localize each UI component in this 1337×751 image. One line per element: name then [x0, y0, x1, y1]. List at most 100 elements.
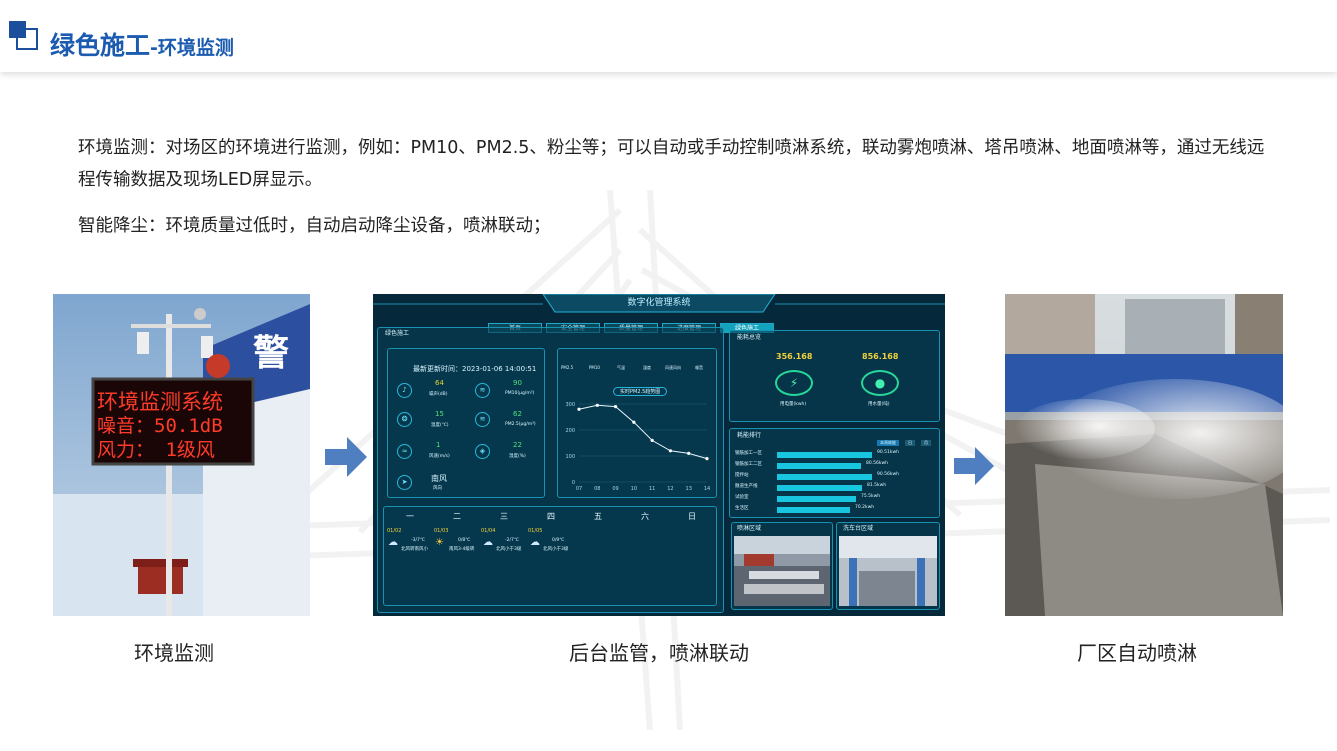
energy-panel-title: 能耗总览 — [737, 334, 762, 341]
metric-wind-label: 风速(m/s) — [429, 454, 450, 459]
rank-button-month[interactable]: 月 — [921, 440, 931, 446]
chart-tab-wind[interactable]: 风速风向 — [665, 365, 681, 371]
carwash-camera-title: 洗车台区域 — [843, 525, 874, 532]
forecast-temp-3: -2/7℃ — [505, 538, 519, 543]
description-env-monitoring: 环境监测：对场区的环境进行监测，例如：PM10、PM2.5、粉尘等；可以自动或手… — [78, 138, 1265, 190]
chart-y-tick-label: 100 — [565, 454, 575, 460]
carwash-camera-feed — [839, 536, 937, 606]
metric-humidity-value: 22 — [513, 441, 522, 449]
humidity-icon: ◈ — [475, 444, 490, 459]
dashboard-title: 数字化管理系统 — [627, 298, 691, 308]
chart-y-tick-label: 0 — [572, 480, 575, 486]
chart-data-point — [613, 405, 618, 409]
energy-electric-value: 356.168 — [776, 352, 813, 361]
energy-water-label: 用水量(吨) — [868, 402, 890, 407]
cloudy-icon: ☁ — [388, 537, 398, 548]
pm25-line-chart: 0 100 200 300 07 08 09 10 11 12 13 14 — [565, 402, 710, 492]
forecast-date-1: 01/02 — [387, 528, 402, 534]
rank-button-day[interactable]: 日 — [905, 440, 915, 446]
chart-data-point — [595, 403, 599, 407]
week-day-sun: 日 — [688, 512, 696, 521]
forecast-date-2: 01/03 — [434, 528, 449, 534]
week-day-thu: 四 — [547, 512, 555, 521]
energy-panel — [729, 330, 940, 422]
wind-direction-label: 风向 — [433, 486, 442, 491]
rank-value-5: 75.5kwh — [861, 494, 881, 499]
cloudy-icon: ☁ — [483, 537, 493, 548]
rank-bar-6 — [777, 507, 850, 513]
noise-icon: ♪ — [397, 383, 412, 398]
caption-env-monitoring: 环境监测 — [134, 641, 214, 665]
rank-bar-4 — [777, 485, 862, 491]
page-title: 绿色施工-环境监测 — [50, 26, 234, 62]
week-day-fri: 五 — [594, 512, 602, 521]
rank-name-6: 生活区 — [735, 506, 749, 511]
rank-name-1: 钢筋加工一区 — [735, 451, 762, 456]
chart-x-tick-label: 08 — [594, 486, 600, 492]
rank-bar-2 — [777, 463, 861, 469]
caption-factory-spray: 厂区自动喷淋 — [1077, 641, 1197, 665]
rank-value-1: 90.51kwh — [877, 450, 900, 455]
chart-tab-pm10[interactable]: PM10 — [589, 365, 600, 370]
wind-direction-value: 南风 — [431, 474, 447, 483]
metric-pm10-label: PM10(μg/m³) — [505, 391, 535, 396]
ranking-panel-title: 耗能排行 — [737, 432, 762, 439]
logo-squares-icon — [9, 21, 41, 53]
arrow-right-icon — [325, 437, 367, 477]
chart-tab-pm25[interactable]: PM2.5 — [561, 365, 573, 370]
led-line-2: 噪音：50.1dB — [97, 415, 223, 437]
page-title-main: 绿色施工 — [50, 31, 151, 60]
metric-pm25-value: 62 — [513, 410, 522, 418]
sunny-icon: ☀ — [435, 537, 444, 548]
metric-humidity-label: 湿度(%) — [509, 454, 526, 459]
chart-y-tick-label: 300 — [565, 402, 575, 408]
env-monitoring-photo: 环境监测系统 噪音：50.1dB 风力： 1级风 警 — [53, 294, 310, 616]
rank-bar-5 — [777, 496, 856, 502]
rank-name-4: 隧道生产线 — [735, 484, 758, 489]
chart-data-point — [650, 438, 654, 442]
pm10-icon: ≋ — [475, 383, 490, 398]
electric-icon: ⚡ — [775, 370, 813, 396]
forecast-temp-4: 0/9℃ — [552, 538, 565, 543]
week-day-wed: 三 — [500, 512, 508, 521]
rank-value-3: 90.56kwh — [877, 472, 900, 477]
dashboard-screenshot: 数字化管理系统 首页安全管理质量管理进度管理绿色施工 绿色施工 最新更新时间：2… — [373, 294, 945, 616]
chart-data-point — [668, 449, 673, 453]
page-header: 绿色施工-环境监测 — [0, 0, 1337, 72]
led-line-3: 风力： 1级风 — [97, 439, 215, 461]
chart-tab-row: PM2.5 PM10 气温 湿度 风速风向 噪音 — [559, 351, 715, 373]
chart-tab-temp[interactable]: 气温 — [617, 365, 625, 371]
page-title-sub: -环境监测 — [150, 37, 234, 59]
forecast-temp-2: 0/8℃ — [458, 538, 471, 543]
spray-camera-title: 喷淋区域 — [737, 525, 762, 532]
metric-wind-value: 1 — [436, 441, 441, 449]
chart-data-point — [632, 420, 636, 424]
rank-value-2: 80.56kwh — [866, 461, 889, 466]
energy-water-value: 856.168 — [862, 352, 899, 361]
forecast-date-3: 01/04 — [481, 528, 496, 534]
forecast-date-4: 01/05 — [528, 528, 543, 534]
spray-camera-feed — [734, 536, 830, 606]
chart-x-tick-label: 10 — [631, 486, 637, 492]
energy-electric-label: 用电量(kwh) — [780, 402, 807, 407]
wind-speed-icon: ≈ — [397, 444, 412, 459]
caption-backend-supervision: 后台监管，喷淋联动 — [569, 641, 749, 665]
metric-pm10-value: 90 — [513, 379, 522, 387]
chart-tab-noise[interactable]: 噪音 — [695, 365, 703, 371]
pm25-icon: ≋ — [475, 412, 490, 427]
week-day-sat: 六 — [641, 512, 649, 521]
description-dust-reduction: 智能降尘：环境质量过低时，自动启动降尘设备，喷淋联动； — [78, 216, 551, 236]
temperature-icon: ❂ — [397, 412, 412, 427]
chart-x-tick-label: 09 — [612, 486, 618, 492]
arrow-right-icon — [954, 447, 994, 485]
rank-bar-1 — [777, 452, 872, 458]
chart-x-tick-label: 07 — [576, 486, 582, 492]
week-day-tue: 二 — [453, 512, 461, 521]
chart-data-point — [687, 451, 691, 455]
chart-tab-humidity[interactable]: 湿度 — [643, 365, 651, 371]
chart-x-tick-label: 11 — [649, 486, 655, 492]
chart-x-tick-label: 12 — [667, 486, 673, 492]
forecast-desc-4: 北风小于3级 — [543, 547, 569, 552]
rank-button-week[interactable]: 本周耗能 — [877, 440, 899, 446]
water-drop-icon: ● — [861, 370, 899, 396]
